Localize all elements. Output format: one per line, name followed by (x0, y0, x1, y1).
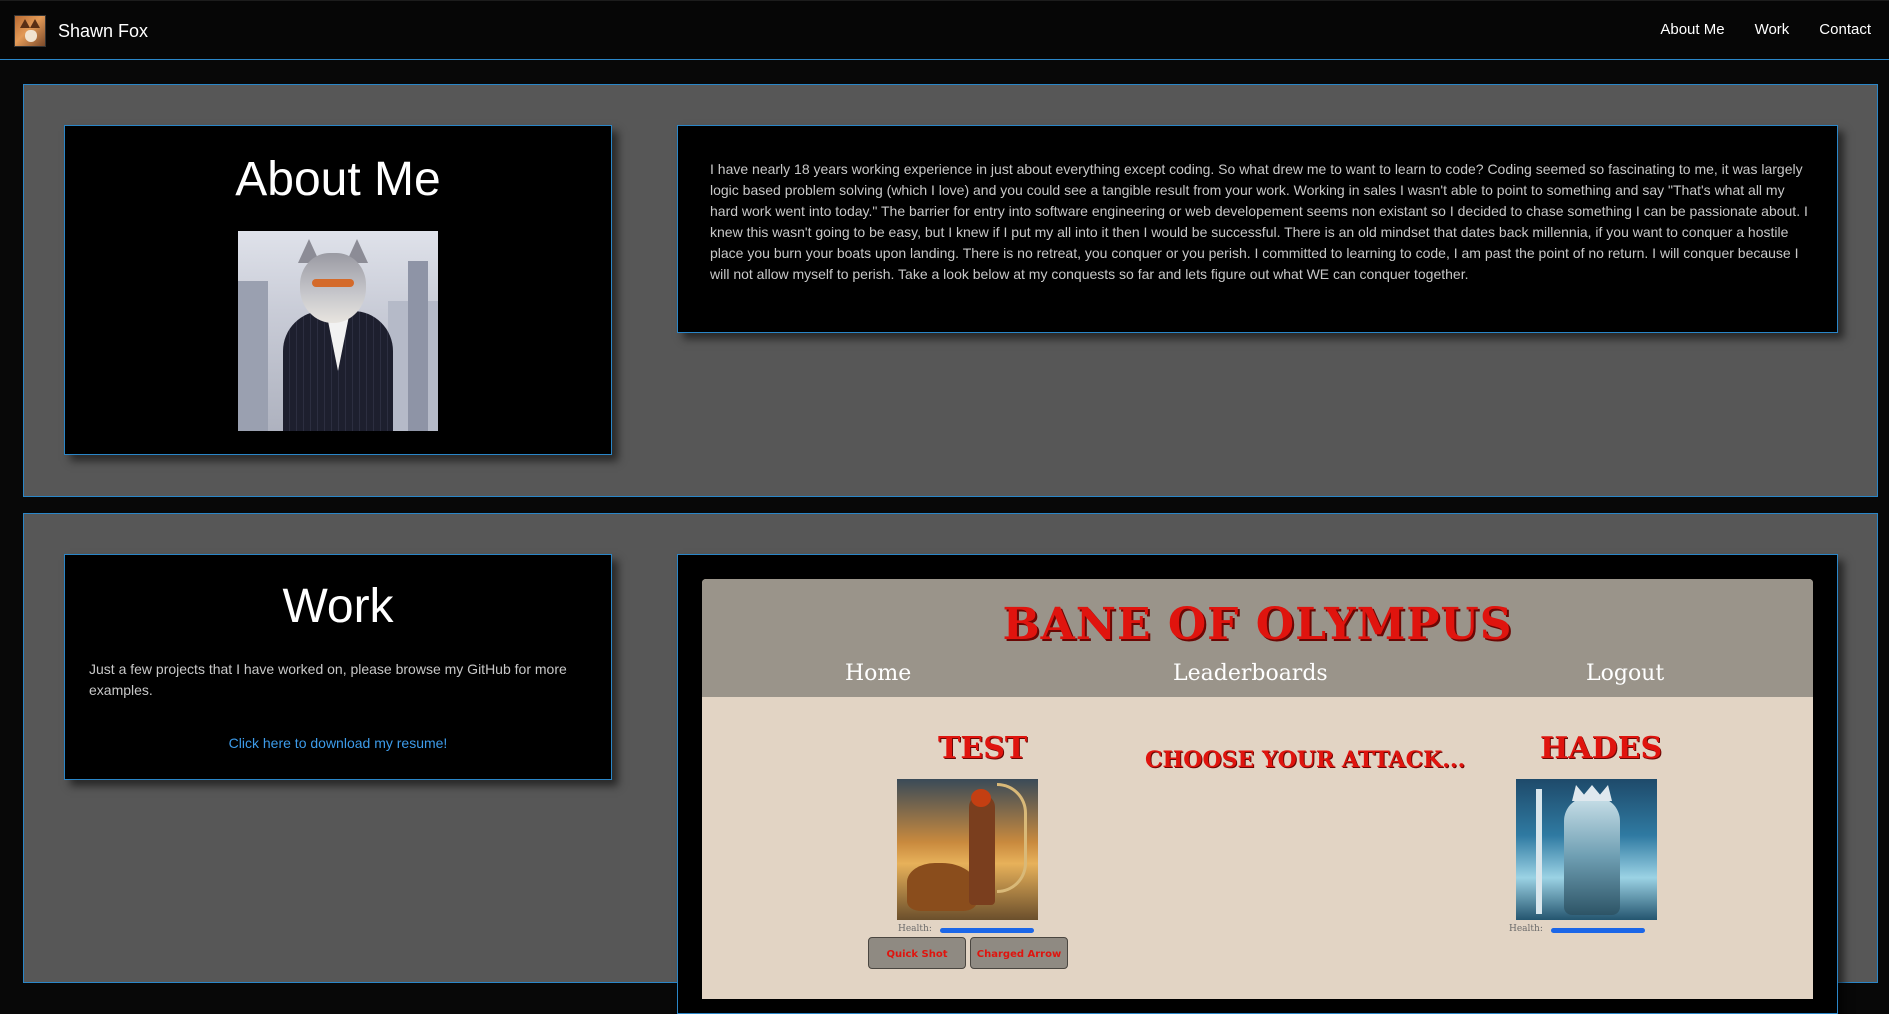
enemy-name: HADES (1540, 731, 1663, 766)
project-card: BANE OF OLYMPUS Home Leaderboards Logout… (677, 554, 1838, 1014)
charged-arrow-button[interactable]: Charged Arrow (970, 937, 1068, 969)
about-title: About Me (235, 153, 441, 206)
nav-link-about-me[interactable]: About Me (1660, 21, 1724, 38)
fox-portrait-image (238, 231, 438, 431)
game-title: BANE OF OLYMPUS (1002, 599, 1513, 650)
about-text: I have nearly 18 years working experienc… (710, 161, 1808, 282)
nav-link-work[interactable]: Work (1755, 21, 1790, 38)
attack-prompt: CHOOSE YOUR ATTACK... (1145, 747, 1466, 773)
about-text-card: I have nearly 18 years working experienc… (677, 125, 1838, 333)
brand-name[interactable]: Shawn Fox (58, 21, 148, 42)
work-title-card: Work Just a few projects that I have wor… (64, 554, 612, 780)
resume-download-link[interactable]: Click here to download my resume! (65, 735, 611, 751)
game-header: BANE OF OLYMPUS Home Leaderboards Logout (702, 579, 1813, 697)
nav-link-contact[interactable]: Contact (1819, 21, 1871, 38)
enemy-health-label: Health: (1509, 924, 1543, 934)
game-nav-leaderboards[interactable]: Leaderboards (1173, 661, 1328, 686)
player-health-bar (940, 928, 1034, 933)
game-nav-logout[interactable]: Logout (1586, 661, 1664, 686)
quick-shot-button[interactable]: Quick Shot (868, 937, 966, 969)
nav-links: About Me Work Contact (1630, 21, 1871, 38)
work-description: Just a few projects that I have worked o… (89, 661, 567, 698)
enemy-health-bar (1551, 928, 1645, 933)
player-archer-image (897, 779, 1038, 920)
navbar: Shawn Fox About Me Work Contact (0, 0, 1889, 60)
player-name: TEST (938, 731, 1028, 766)
about-title-card: About Me (64, 125, 612, 455)
work-title: Work (282, 580, 394, 633)
about-section: About Me I have nearly 18 years working … (23, 84, 1878, 497)
enemy-hades-image (1516, 779, 1657, 920)
game-nav-home[interactable]: Home (845, 661, 911, 686)
fox-logo-icon (14, 15, 46, 47)
work-section: Work Just a few projects that I have wor… (23, 513, 1878, 1014)
player-health-label: Health: (898, 924, 932, 934)
brand[interactable]: Shawn Fox (14, 15, 148, 47)
game-screenshot[interactable]: BANE OF OLYMPUS Home Leaderboards Logout… (702, 579, 1813, 999)
